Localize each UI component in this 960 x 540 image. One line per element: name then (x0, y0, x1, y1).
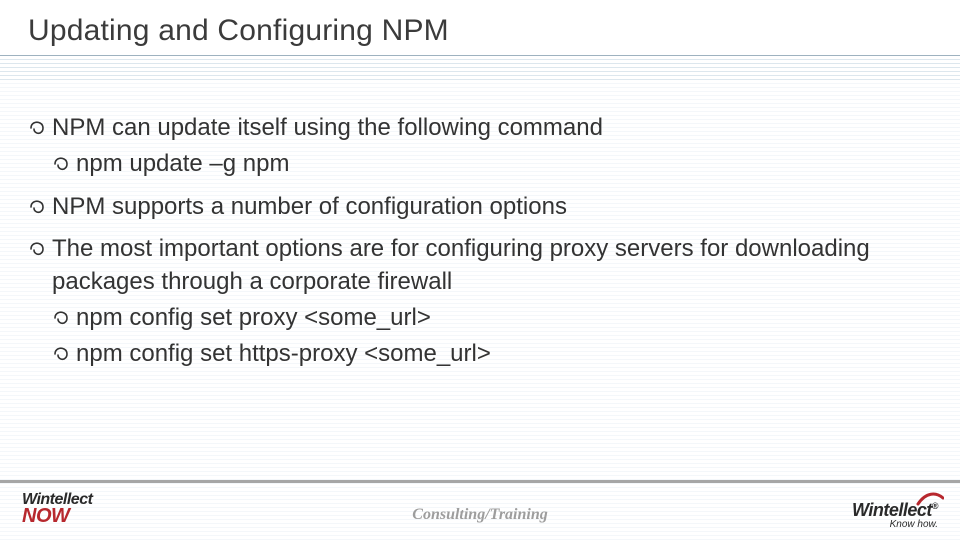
bullet-group-2: NPM supports a number of configuration o… (28, 191, 920, 223)
swoosh-icon (916, 490, 944, 504)
bullet-subitem: npm config set proxy <some_url> (28, 302, 920, 334)
bullet-group-1: NPM can update itself using the followin… (28, 112, 920, 181)
swirl-bullet-icon (52, 344, 72, 364)
bullet-item: The most important options are for confi… (28, 233, 920, 298)
bullet-subitem: npm update –g npm (28, 148, 920, 180)
bullet-group-3: The most important options are for confi… (28, 233, 920, 371)
bullet-text: The most important options are for confi… (52, 235, 870, 294)
bullet-subitem: npm config set https-proxy <some_url> (28, 338, 920, 370)
swirl-bullet-icon (52, 308, 72, 328)
bullet-text: NPM can update itself using the followin… (52, 114, 603, 141)
footer-divider (0, 480, 960, 483)
swirl-bullet-icon (28, 118, 48, 138)
swirl-bullet-icon (28, 197, 48, 217)
footer-caption: Consulting/Training (0, 506, 960, 524)
slide: Updating and Configuring NPM NPM can upd… (0, 0, 960, 540)
bullet-item: NPM can update itself using the followin… (28, 112, 920, 144)
footer: Wintellect NOW Consulting/Training Winte… (0, 480, 960, 540)
bullet-text: npm update –g npm (76, 150, 289, 177)
bullet-text: npm config set proxy <some_url> (76, 304, 431, 331)
bullet-text: NPM supports a number of configuration o… (52, 193, 567, 220)
logo-wintellect: Wintellect® Know how. (852, 500, 938, 530)
swirl-bullet-icon (52, 154, 72, 174)
logo-right-brand: Wintellect® (852, 500, 938, 521)
slide-body: NPM can update itself using the followin… (28, 112, 920, 381)
bullet-item: NPM supports a number of configuration o… (28, 191, 920, 223)
swirl-bullet-icon (28, 239, 48, 259)
slide-title: Updating and Configuring NPM (28, 14, 449, 48)
bullet-text: npm config set https-proxy <some_url> (76, 340, 491, 367)
